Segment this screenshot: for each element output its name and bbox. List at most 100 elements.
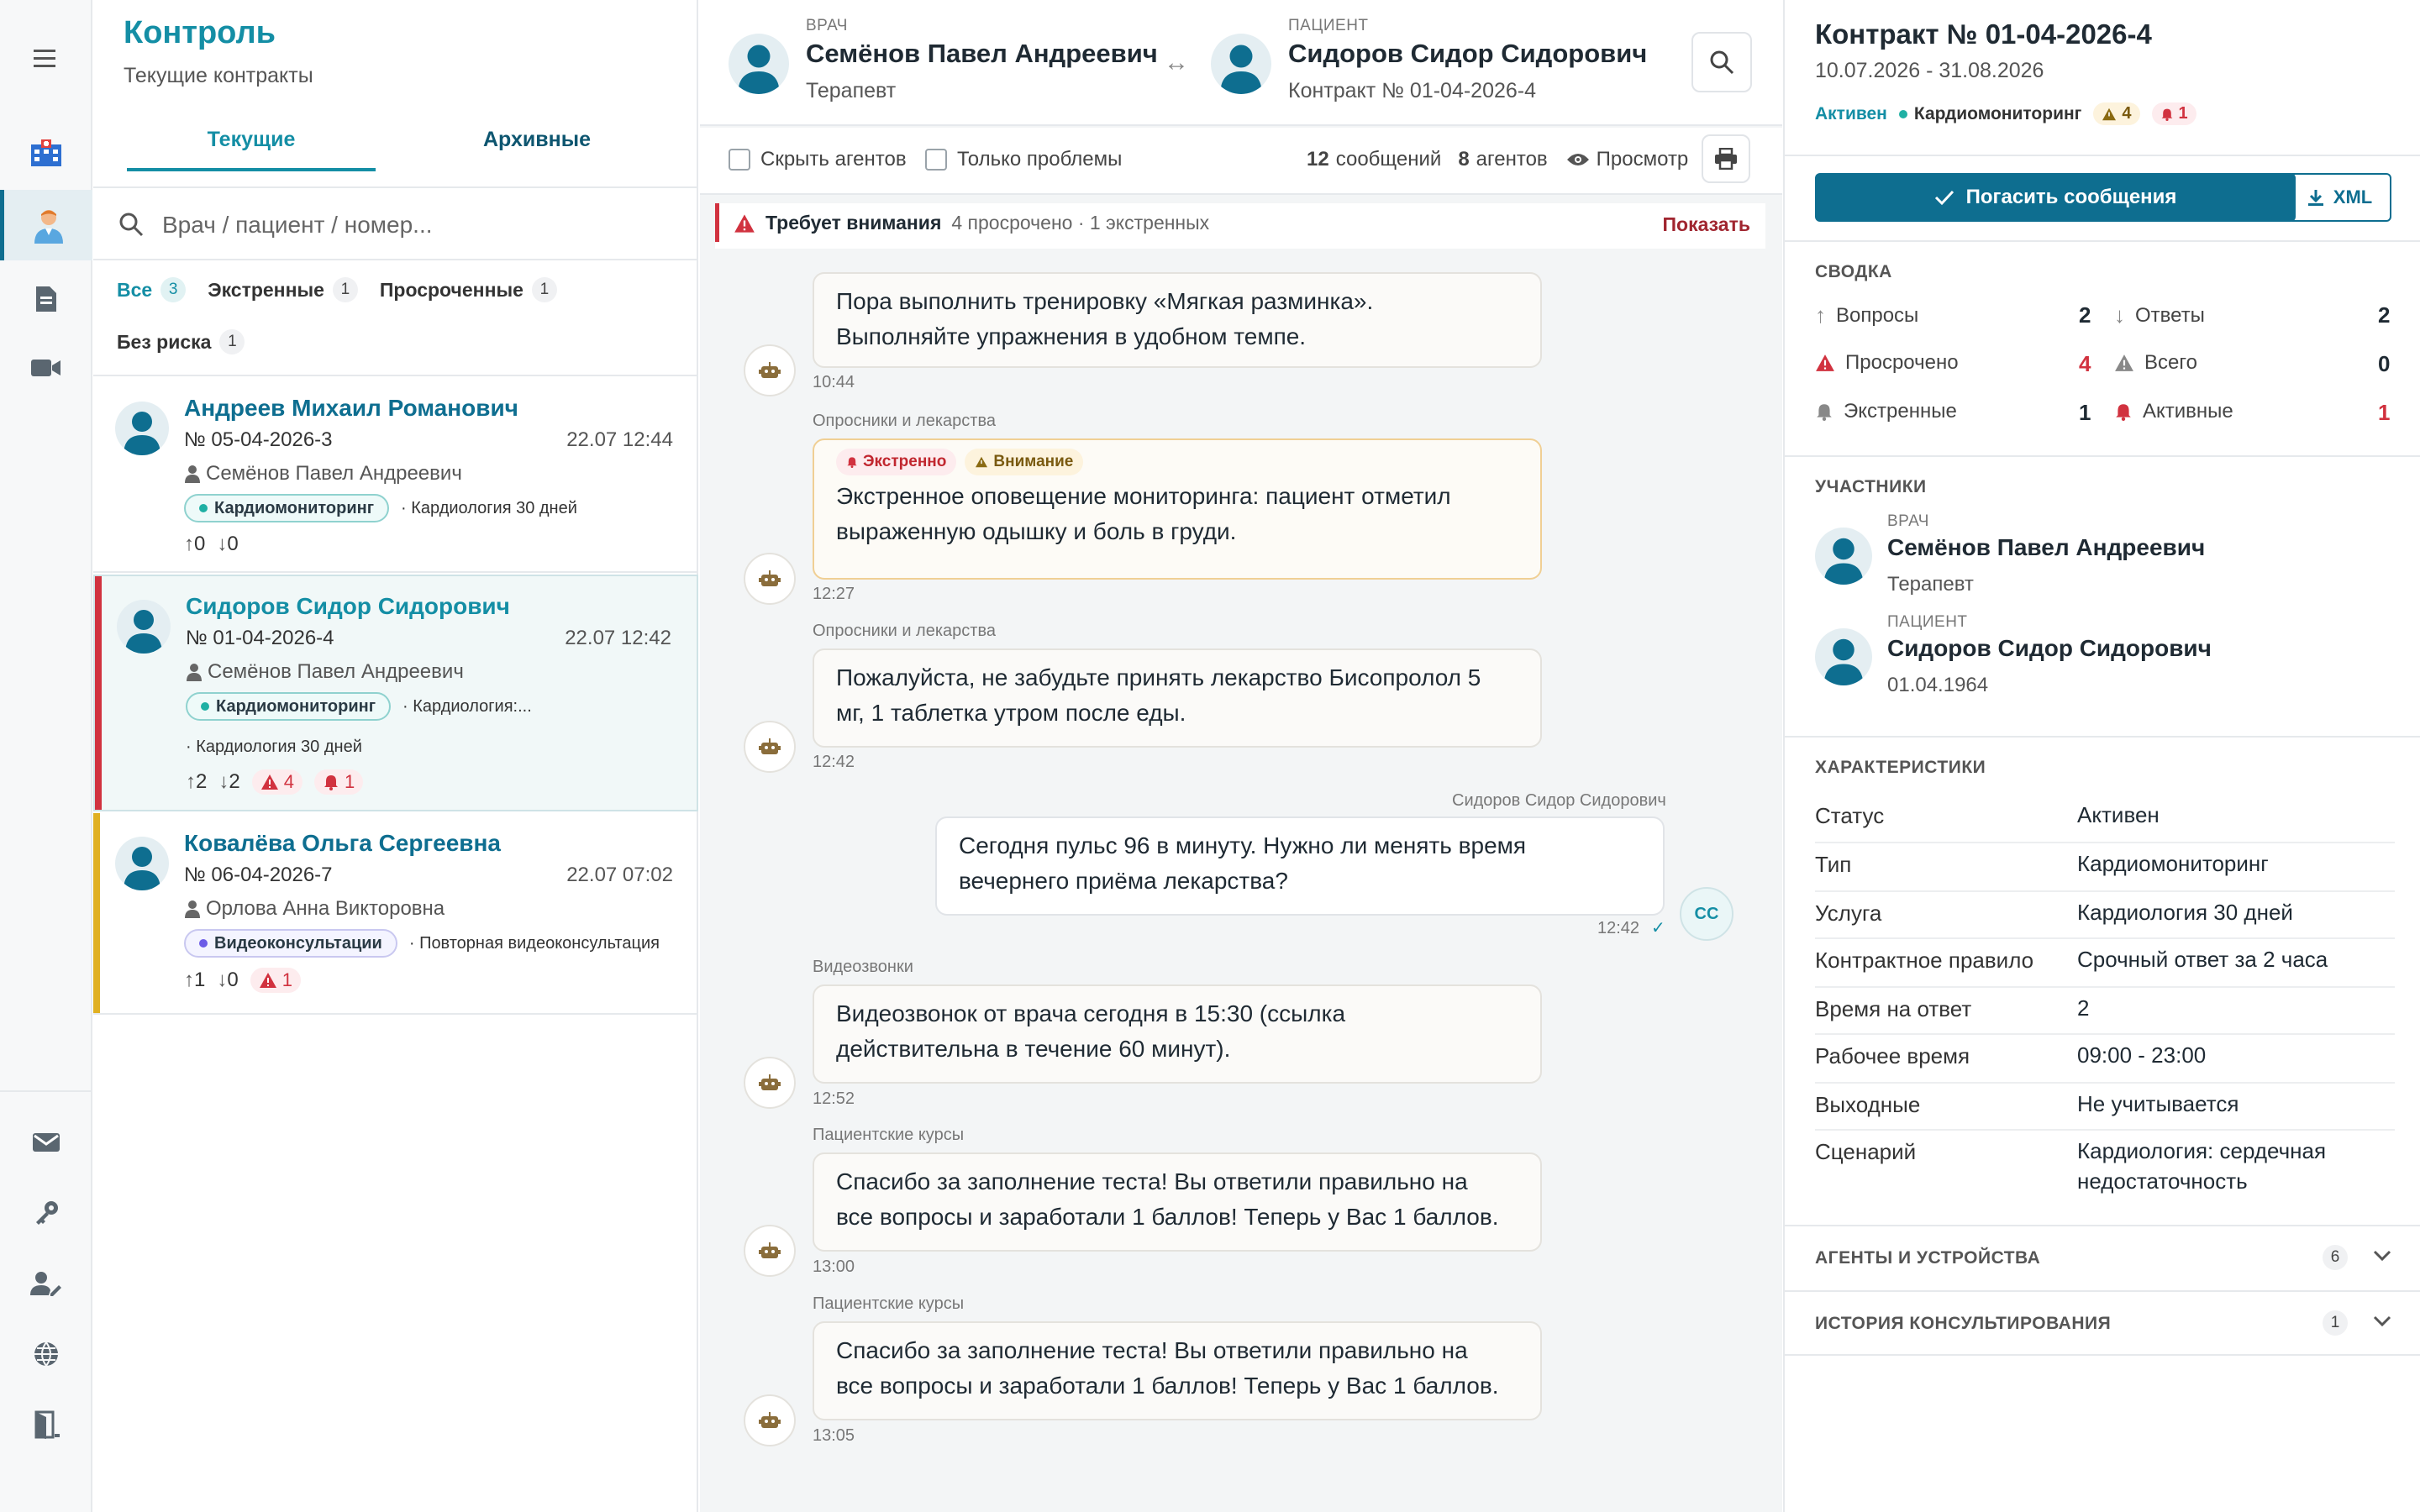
stat-active-value: 1 (2378, 400, 2391, 425)
document-icon[interactable] (0, 264, 92, 334)
history-count: 1 (2323, 1310, 2348, 1336)
show-button[interactable]: Показать (1663, 213, 1751, 236)
rail-divider (0, 1090, 92, 1092)
doctor-name: Семёнов Павел Андреевич (206, 462, 462, 485)
contract-status-row: Активен Кардиомониторинг 4 1 (1815, 102, 2196, 125)
list-item-selected[interactable]: Сидоров Сидор Сидорович № 01-04-2026-4 2… (93, 575, 698, 811)
hide-agents-checkbox[interactable] (729, 149, 750, 171)
patient-initials-avatar: СС (1680, 887, 1733, 941)
contract-list-panel: Контроль Текущие контракты Текущие Архив… (93, 0, 698, 1512)
preview-toggle[interactable]: Просмотр (1566, 148, 1688, 171)
key-icon[interactable] (0, 1178, 92, 1248)
stat-urgent-value: 1 (2079, 400, 2091, 425)
overdue-badge: 4 (251, 769, 302, 795)
download-icon (2307, 190, 2323, 206)
patient-contract: Контракт № 01-04-2026-4 (1288, 79, 1537, 102)
type-dot (199, 939, 208, 948)
urgent-tag: Экстренно (836, 449, 957, 475)
filter-all[interactable]: Все (117, 279, 152, 302)
alert-stripe (715, 203, 719, 242)
message-tags: Экстренно Внимание (836, 449, 1518, 475)
doctor-icon (186, 663, 203, 681)
participants-title: УЧАСТНИКИ (1815, 477, 1927, 496)
warning-icon (1816, 354, 1834, 371)
doctor-caption: ВРАЧ (806, 17, 848, 34)
search-box[interactable]: Врач / пациент / номер... (93, 186, 698, 260)
xml-export-button[interactable]: XML (2287, 173, 2391, 222)
type-pill: Видеоконсультации (184, 929, 397, 958)
filter-no-risk[interactable]: Без риска (117, 331, 211, 354)
summary-title: СВОДКА (1815, 262, 1892, 281)
message-bubble: Видеозвонок от врача сегодня в 15:30 (сс… (813, 984, 1542, 1084)
prop-row: Выходные Не учитывается (1815, 1084, 2395, 1131)
robot-icon (744, 553, 796, 605)
tab-archive[interactable]: Архивные (413, 123, 661, 171)
patient-dob: 01.04.1964 (1887, 674, 1989, 696)
robot-icon (744, 1057, 796, 1109)
divider (1785, 240, 2420, 242)
list-item[interactable]: Ковалёва Ольга Сергеевна № 06-04-2026-7 … (93, 813, 698, 1015)
robot-icon (744, 1225, 796, 1277)
answers-count: ↓2 (218, 770, 240, 793)
overdue-badge: 4 (2093, 102, 2140, 125)
doctor-icon (184, 900, 201, 918)
doctor-icon[interactable] (0, 190, 92, 260)
messages-label: сообщений (1335, 148, 1442, 171)
hide-agents-toggle[interactable]: Скрыть агентов (729, 148, 907, 171)
list-subtitle: Текущие контракты (124, 64, 313, 87)
exit-icon[interactable] (0, 1389, 92, 1460)
last-date: 22.07 07:02 (566, 864, 673, 886)
menu-icon[interactable] (0, 24, 92, 94)
user-edit-icon[interactable] (0, 1248, 92, 1319)
search-icon (1710, 50, 1734, 75)
warning-icon (734, 213, 755, 233)
arrow-down-icon: ↓ (2114, 302, 2125, 328)
stat-overdue: Просрочено (1815, 351, 1959, 375)
message-source: Опросники и лекарства (813, 622, 996, 640)
divider (1785, 155, 2420, 156)
filter-urgent-count: 1 (332, 277, 358, 302)
filter-urgent[interactable]: Экстренные (208, 279, 324, 302)
list-item[interactable]: Андреев Михаил Романович № 05-04-2026-3 … (93, 375, 698, 573)
warning-icon (976, 456, 988, 468)
filter-all-count: 3 (160, 277, 187, 302)
bell-icon (2116, 404, 2131, 421)
chat-panel: ВРАЧ Семёнов Павел Андреевич Терапевт ↔ … (700, 0, 1782, 1512)
type-dot (199, 504, 208, 512)
type-pill: Кардиомониторинг (186, 692, 392, 721)
repay-messages-button[interactable]: Погасить сообщения (1815, 173, 2296, 222)
overdue-stripe (93, 813, 100, 1013)
doctor-name: Семёнов Павел Андреевич (1887, 534, 2206, 560)
only-problems-toggle[interactable]: Только проблемы (925, 148, 1122, 171)
patient-caption: ПАЦИЕНТ (1288, 17, 1369, 34)
print-button[interactable] (1702, 134, 1750, 183)
filter-overdue[interactable]: Просроченные (380, 279, 523, 302)
stat-answers: ↓ Ответы (2114, 302, 2205, 328)
message-time: 10:44 (813, 373, 855, 391)
message-source: Пациентские курсы (813, 1294, 965, 1313)
avatar (117, 600, 171, 654)
globe-icon[interactable] (0, 1319, 92, 1389)
only-problems-label: Только проблемы (957, 148, 1123, 171)
props-title: ХАРАКТЕРИСТИКИ (1815, 758, 1986, 777)
hospital-icon[interactable] (0, 118, 92, 188)
search-icon (118, 212, 144, 237)
message-bubble-patient: Сегодня пульс 96 в минуту. Нужно ли меня… (935, 816, 1665, 916)
history-accordion[interactable]: ИСТОРИЯ КОНСУЛЬТИРОВАНИЯ 1 (1785, 1290, 2420, 1356)
video-icon[interactable] (0, 333, 92, 403)
search-input[interactable]: Врач / пациент / номер... (162, 212, 433, 239)
only-problems-checkbox[interactable] (925, 149, 947, 171)
agents-accordion[interactable]: АГЕНТЫ И УСТРОЙСТВА 6 (1785, 1225, 2420, 1290)
alert-content: Требует внимания 4 просрочено · 1 экстре… (734, 212, 1209, 234)
contract-title: Контракт № 01-04-2026-4 (1815, 18, 2152, 50)
tab-current[interactable]: Текущие (127, 123, 376, 171)
message-source: Опросники и лекарства (813, 412, 996, 430)
search-button[interactable] (1691, 32, 1752, 92)
stat-urgent: Экстренные (1815, 400, 1957, 423)
mail-icon[interactable] (0, 1107, 92, 1178)
doctor-name: Орлова Анна Викторовна (206, 897, 445, 920)
answers-count: ↓0 (217, 969, 239, 991)
patient-avatar (1211, 34, 1271, 94)
type-dot (201, 702, 209, 711)
patient-name: Сидоров Сидор Сидорович (1887, 635, 2212, 661)
